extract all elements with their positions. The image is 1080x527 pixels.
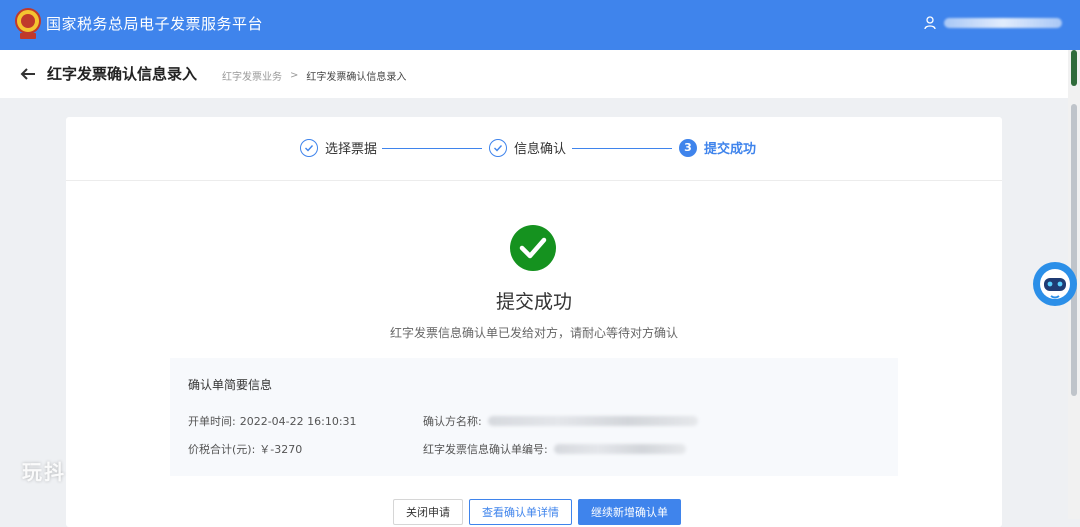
close-application-button[interactable]: 关闭申请	[393, 499, 463, 525]
breadcrumb-item-red-invoice[interactable]: 红字发票业务	[222, 68, 282, 83]
step-label: 提交成功	[704, 142, 757, 157]
summary-info-box: 确认单简要信息 开单时间: 2022-04-22 16:10:31 价税合计(元…	[170, 358, 898, 476]
success-description: 红字发票信息确认单已发给对方，请耐心等待对方确认	[389, 326, 678, 340]
confirm-party-label: 确认方名称:	[423, 415, 482, 428]
success-check-icon	[510, 225, 556, 271]
scrollbar-thumb[interactable]	[1071, 104, 1077, 396]
check-circle-icon	[300, 138, 318, 157]
step-number-badge: 3	[679, 138, 697, 157]
robot-assistant-icon[interactable]	[1032, 261, 1078, 307]
confirm-no-label: 红字发票信息确认单编号:	[423, 443, 548, 456]
breadcrumb-separator: >	[290, 70, 299, 81]
step-connector	[382, 148, 482, 149]
step-select-ticket: 选择票据	[300, 138, 377, 157]
breadcrumb: 红字发票业务 > 红字发票确认信息录入	[222, 68, 406, 83]
step-submit-success: 3 提交成功	[679, 138, 756, 157]
tax-emblem-logo	[15, 8, 41, 39]
user-menu[interactable]	[924, 16, 1062, 30]
open-time-row: 开单时间: 2022-04-22 16:10:31	[188, 413, 357, 429]
confirm-party-value-masked	[487, 416, 698, 426]
top-nav-bar: 国家税务总局电子发票服务平台	[0, 0, 1080, 50]
watermark-text: 玩抖	[22, 460, 66, 484]
scrollbar-indicator	[1071, 50, 1077, 86]
page-header: 红字发票确认信息录入 红字发票业务 > 红字发票确认信息录入	[0, 50, 1068, 98]
success-title: 提交成功	[495, 291, 572, 313]
amount-label: 价税合计(元):	[188, 443, 256, 456]
view-detail-button[interactable]: 查看确认单详情	[469, 499, 572, 525]
summary-title: 确认单简要信息	[188, 378, 273, 392]
step-info-confirm: 信息确认	[489, 138, 566, 157]
open-time-value: 2022-04-22 16:10:31	[239, 414, 357, 428]
user-icon	[924, 16, 936, 30]
breadcrumb-item-current: 红字发票确认信息录入	[306, 72, 407, 83]
step-connector	[572, 148, 672, 149]
back-arrow-icon[interactable]	[20, 66, 36, 82]
amount-value: ￥-3270	[259, 443, 303, 456]
check-circle-icon	[489, 138, 507, 157]
progress-steps: 选择票据 信息确认 3 提交成功	[66, 117, 1002, 181]
confirm-party-row: 确认方名称:	[423, 413, 698, 429]
page-title: 红字发票确认信息录入	[47, 65, 198, 83]
confirm-no-row: 红字发票信息确认单编号:	[423, 441, 686, 457]
amount-row: 价税合计(元): ￥-3270	[188, 441, 302, 457]
confirm-no-value-masked	[553, 444, 686, 454]
step-label: 选择票据	[325, 142, 378, 157]
user-name-masked	[944, 18, 1062, 28]
app-title: 国家税务总局电子发票服务平台	[46, 15, 264, 33]
open-time-label: 开单时间:	[188, 415, 236, 428]
continue-add-button[interactable]: 继续新增确认单	[578, 499, 681, 525]
step-label: 信息确认	[514, 142, 567, 157]
main-card: 选择票据 信息确认 3 提交成功 提交成功 红字发票信息确认单已发给对方，请耐心…	[66, 117, 1002, 527]
